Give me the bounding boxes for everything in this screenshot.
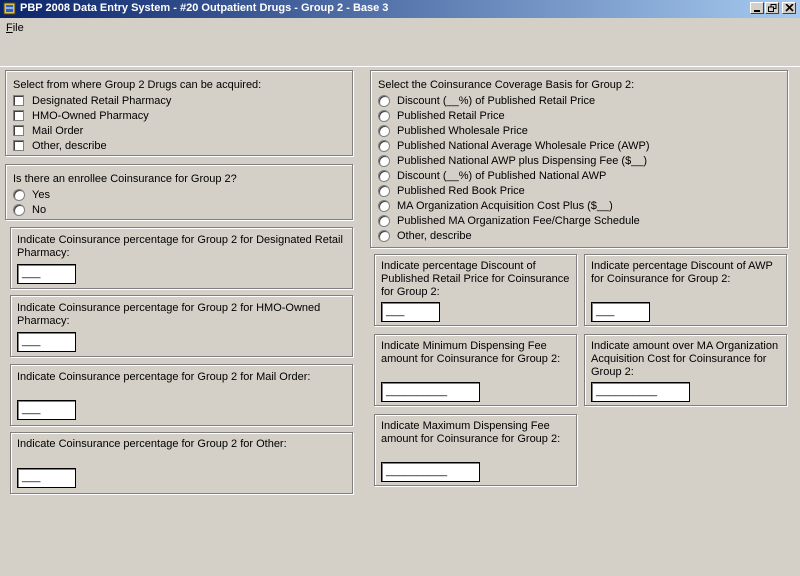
enrollee-label: Is there an enrollee Coinsurance for Gro… bbox=[13, 173, 237, 185]
app-book-icon bbox=[3, 2, 16, 15]
basis-label: Select the Coinsurance Coverage Basis fo… bbox=[378, 79, 635, 91]
radio-label: MA Organization Acquisition Cost Plus ($… bbox=[397, 200, 613, 212]
menu-file-mnemonic: F bbox=[6, 22, 13, 34]
menu-file[interactable]: File bbox=[6, 22, 24, 34]
checkbox-label: Other, describe bbox=[32, 140, 107, 152]
radio-label: Discount (__%) of Published Retail Price bbox=[397, 95, 596, 107]
pct-mail-group: Indicate Coinsurance percentage for Grou… bbox=[10, 364, 353, 426]
disc-awp-input[interactable]: ___ bbox=[591, 302, 650, 322]
checkbox-label: Mail Order bbox=[32, 125, 84, 137]
checkbox-label: HMO-Owned Pharmacy bbox=[32, 110, 149, 122]
pct-mail-input[interactable]: ___ bbox=[17, 400, 76, 420]
pct-other-label: Indicate Coinsurance percentage for Grou… bbox=[17, 438, 287, 450]
over-ma-group: Indicate amount over MA Organization Acq… bbox=[584, 334, 787, 406]
radio-circle[interactable] bbox=[378, 230, 390, 242]
radio-circle[interactable] bbox=[378, 170, 390, 182]
acquire-group: Select from where Group 2 Drugs can be a… bbox=[5, 70, 353, 156]
restore-button[interactable] bbox=[765, 2, 779, 14]
toolbar-area bbox=[0, 38, 800, 67]
disc-retail-label: Indicate percentage Discount of Publishe… bbox=[381, 260, 570, 298]
pct-retail-group: Indicate Coinsurance percentage for Grou… bbox=[10, 227, 353, 289]
radio-circle[interactable] bbox=[378, 215, 390, 227]
radio-label: Discount (__%) of Published National AWP bbox=[397, 170, 607, 182]
checkbox-box[interactable] bbox=[13, 125, 24, 136]
radio-label: Published National AWP plus Dispensing F… bbox=[397, 155, 648, 167]
basis-group: Select the Coinsurance Coverage Basis fo… bbox=[370, 70, 788, 248]
disc-retail-group: Indicate percentage Discount of Publishe… bbox=[374, 254, 577, 326]
pct-mail-label: Indicate Coinsurance percentage for Grou… bbox=[17, 371, 311, 383]
checkbox-box[interactable] bbox=[13, 140, 24, 151]
radio-label: Yes bbox=[32, 189, 50, 201]
window-title: PBP 2008 Data Entry System - #20 Outpati… bbox=[20, 2, 389, 14]
radio-label: Published MA Organization Fee/Charge Sch… bbox=[397, 215, 640, 227]
min-fee-label: Indicate Minimum Dispensing Fee amount f… bbox=[381, 340, 561, 365]
pct-retail-label: Indicate Coinsurance percentage for Grou… bbox=[17, 234, 343, 259]
checkbox-box[interactable] bbox=[13, 110, 24, 121]
acquire-label: Select from where Group 2 Drugs can be a… bbox=[13, 79, 262, 91]
pct-retail-input[interactable]: ___ bbox=[17, 264, 76, 284]
pct-hmo-input[interactable]: ___ bbox=[17, 332, 76, 352]
radio-label: Published Red Book Price bbox=[397, 185, 525, 197]
radio-label: Published National Average Wholesale Pri… bbox=[397, 140, 650, 152]
close-icon bbox=[785, 4, 794, 12]
pct-hmo-group: Indicate Coinsurance percentage for Grou… bbox=[10, 295, 353, 357]
pct-other-input[interactable]: ___ bbox=[17, 468, 76, 488]
min-fee-group: Indicate Minimum Dispensing Fee amount f… bbox=[374, 334, 577, 406]
over-ma-label: Indicate amount over MA Organization Acq… bbox=[591, 340, 779, 378]
close-button[interactable] bbox=[782, 2, 796, 14]
max-fee-group: Indicate Maximum Dispensing Fee amount f… bbox=[374, 414, 577, 486]
radio-label: Other, describe bbox=[397, 230, 472, 242]
radio-label: No bbox=[32, 204, 47, 216]
radio-circle[interactable] bbox=[378, 155, 390, 167]
minimize-icon bbox=[754, 10, 760, 12]
min-fee-input[interactable]: __________ bbox=[381, 382, 480, 402]
menu-bar: File bbox=[0, 18, 800, 38]
max-fee-input[interactable]: __________ bbox=[381, 462, 480, 482]
radio-label: Published Retail Price bbox=[397, 110, 505, 122]
menu-file-label: ile bbox=[12, 22, 24, 34]
radio-circle[interactable] bbox=[378, 185, 390, 197]
radio-circle[interactable] bbox=[378, 140, 390, 152]
over-ma-input[interactable]: __________ bbox=[591, 382, 690, 402]
radio-circle[interactable] bbox=[13, 189, 25, 201]
disc-awp-label: Indicate percentage Discount of AWP for … bbox=[591, 260, 773, 285]
pct-other-group: Indicate Coinsurance percentage for Grou… bbox=[10, 432, 353, 494]
radio-circle[interactable] bbox=[13, 204, 25, 216]
checkbox-box[interactable] bbox=[13, 95, 24, 106]
title-bar: PBP 2008 Data Entry System - #20 Outpati… bbox=[0, 0, 800, 18]
restore-icon bbox=[768, 4, 777, 12]
minimize-button[interactable] bbox=[750, 2, 764, 14]
max-fee-label: Indicate Maximum Dispensing Fee amount f… bbox=[381, 420, 561, 445]
radio-label: Published Wholesale Price bbox=[397, 125, 528, 137]
radio-circle[interactable] bbox=[378, 95, 390, 107]
radio-circle[interactable] bbox=[378, 110, 390, 122]
disc-awp-group: Indicate percentage Discount of AWP for … bbox=[584, 254, 787, 326]
pct-hmo-label: Indicate Coinsurance percentage for Grou… bbox=[17, 302, 321, 327]
disc-retail-input[interactable]: ___ bbox=[381, 302, 440, 322]
radio-circle[interactable] bbox=[378, 125, 390, 137]
enrollee-group: Is there an enrollee Coinsurance for Gro… bbox=[5, 164, 353, 220]
checkbox-label: Designated Retail Pharmacy bbox=[32, 95, 172, 107]
radio-circle[interactable] bbox=[378, 200, 390, 212]
